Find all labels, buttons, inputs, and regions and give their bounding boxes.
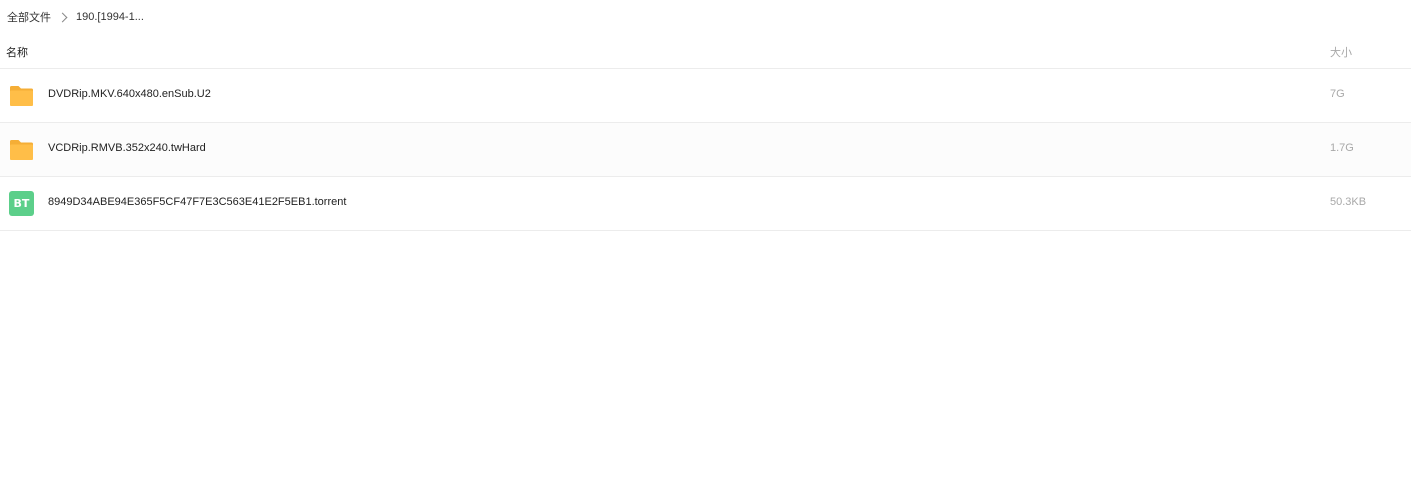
folder-icon	[10, 140, 33, 160]
file-row[interactable]: VCDRip.RMVB.352x240.twHard 1.7G	[0, 123, 1411, 177]
chevron-right-icon	[57, 12, 68, 22]
breadcrumb-current[interactable]: 190.[1994-1...	[76, 11, 144, 23]
file-name[interactable]: VCDRip.RMVB.352x240.twHard	[48, 142, 206, 154]
file-size: 1.7G	[1330, 142, 1354, 154]
breadcrumb: 全部文件 190.[1994-1...	[7, 9, 144, 25]
file-row[interactable]: DVDRip.MKV.640x480.enSub.U2 7G	[0, 69, 1411, 123]
column-header-size[interactable]: 大小	[1330, 44, 1352, 60]
folder-icon	[10, 86, 33, 106]
file-browser: 全部文件 190.[1994-1... 名称 大小 DVDRip.MKV.640…	[0, 0, 1411, 487]
breadcrumb-root-link[interactable]: 全部文件	[7, 9, 51, 25]
file-name[interactable]: DVDRip.MKV.640x480.enSub.U2	[48, 88, 211, 100]
file-list-header: 名称 大小	[0, 37, 1411, 69]
bt-torrent-icon: BT	[9, 191, 34, 216]
file-size: 50.3KB	[1330, 196, 1367, 208]
file-list: DVDRip.MKV.640x480.enSub.U2 7G VCDRip.RM…	[0, 69, 1411, 231]
column-header-name[interactable]: 名称	[6, 44, 28, 60]
file-name[interactable]: 8949D34ABE94E365F5CF47F7E3C563E41E2F5EB1…	[48, 196, 346, 208]
file-row[interactable]: BT 8949D34ABE94E365F5CF47F7E3C563E41E2F5…	[0, 177, 1411, 231]
file-size: 7G	[1330, 88, 1345, 100]
